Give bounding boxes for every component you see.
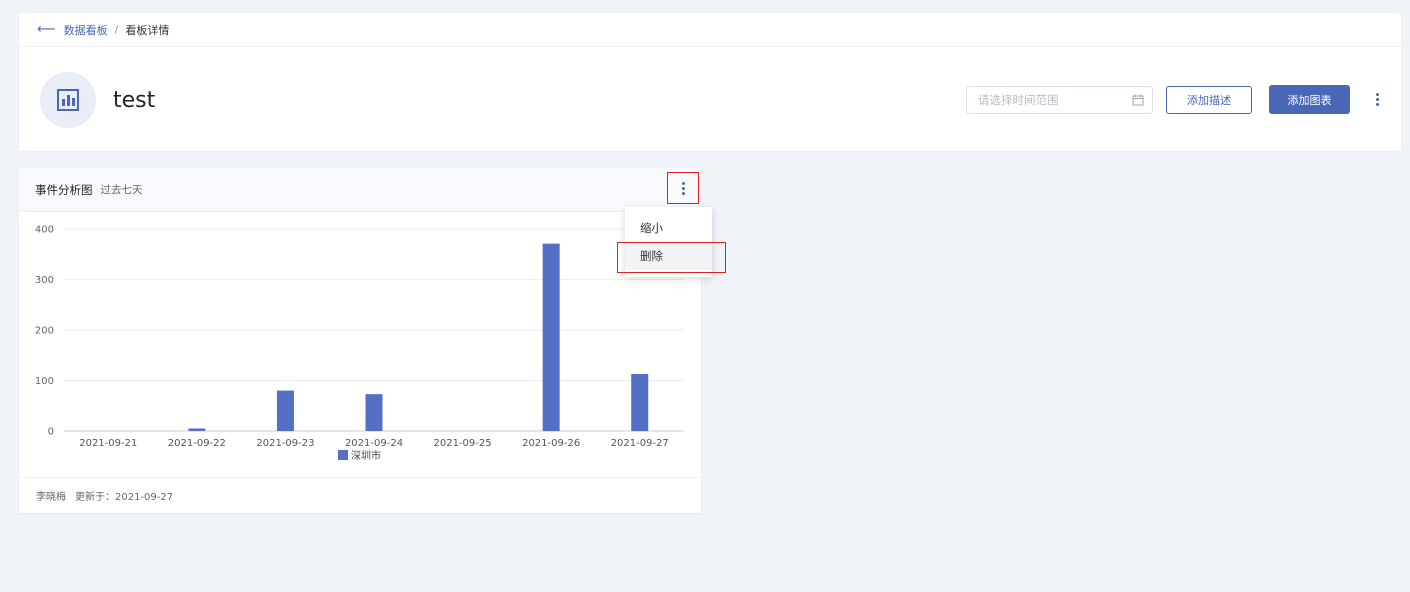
add-chart-button[interactable]: 添加图表 — [1269, 85, 1350, 114]
bar-chart: 0 100 200 300 400 2021-09-21 2021-09-22 2021-09… — [35, 225, 684, 462]
y-tick-label: 100 — [35, 376, 54, 387]
footer-updated: 更新于：2021-09-27 — [75, 492, 174, 503]
more-dot — [1375, 102, 1379, 106]
arrow-left-icon[interactable]: ⟵ — [37, 23, 56, 36]
date-range-placeholder: 请选择时间范围 — [978, 93, 1059, 107]
y-tick-label: 0 — [48, 427, 54, 438]
chart-card-header: 事件分析图 过去七天 — [19, 168, 701, 212]
date-range-picker[interactable]: 请选择时间范围 — [966, 86, 1153, 114]
board-title: test — [113, 88, 156, 113]
footer-author: 李晓梅 — [36, 492, 66, 503]
x-tick-label: 2021-09-21 — [79, 438, 137, 449]
more-dot — [1375, 92, 1379, 96]
menu-item-shrink[interactable]: 缩小 — [625, 214, 712, 242]
breadcrumb-link-dashboard[interactable]: 数据看板 — [64, 22, 108, 38]
board-avatar — [40, 72, 96, 128]
bar — [188, 428, 206, 431]
chart-time-range: 过去七天 — [100, 184, 143, 196]
bar — [542, 243, 560, 431]
more-vertical-icon[interactable] — [1369, 88, 1385, 110]
bar — [631, 373, 649, 431]
calendar-icon — [1132, 94, 1144, 106]
x-tick-label: 2021-09-24 — [345, 438, 403, 449]
breadcrumb: ⟵ 数据看板 / 看板详情 — [19, 13, 1401, 47]
x-tick-label: 2021-09-25 — [434, 438, 492, 449]
bar-chart-icon — [57, 89, 79, 111]
bar — [276, 390, 294, 431]
more-dot — [1375, 97, 1379, 101]
board-header-card: ⟵ 数据看板 / 看板详情 test 请选择时间范围 添加描述 添加图表 — [19, 13, 1401, 151]
x-tick-label: 2021-09-27 — [611, 438, 669, 449]
chart-options-menu: 缩小 删除 — [625, 207, 712, 277]
chart-card: 事件分析图 过去七天 0 100 200 300 400 2021-09-21 2021-0… — [19, 168, 701, 513]
legend-label: 深圳市 — [351, 449, 381, 462]
chart-card-footer: 李晓梅 更新于：2021-09-27 — [19, 477, 701, 513]
y-tick-label: 400 — [35, 225, 54, 236]
chart-title: 事件分析图 — [35, 182, 93, 197]
breadcrumb-current: 看板详情 — [125, 23, 170, 37]
x-tick-label: 2021-09-22 — [168, 438, 226, 449]
y-tick-label: 200 — [35, 326, 54, 337]
breadcrumb-separator: / — [114, 23, 119, 36]
add-description-button[interactable]: 添加描述 — [1166, 86, 1252, 114]
more-dot — [681, 191, 685, 195]
y-tick-label: 300 — [35, 275, 54, 286]
more-dot — [681, 181, 685, 185]
menu-item-delete[interactable]: 删除 — [625, 242, 712, 270]
bar — [365, 394, 383, 431]
x-tick-label: 2021-09-26 — [522, 438, 580, 449]
legend-swatch — [338, 450, 348, 460]
chart-more-button[interactable] — [667, 172, 699, 204]
x-tick-label: 2021-09-23 — [256, 438, 314, 449]
more-dot — [681, 186, 685, 190]
